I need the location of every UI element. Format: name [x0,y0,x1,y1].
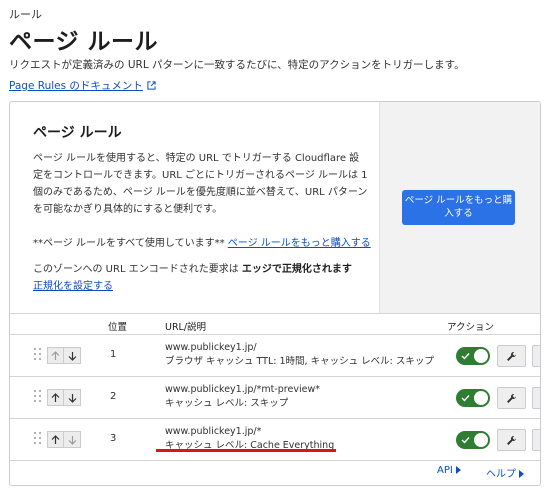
page-title: ページ ルール [9,29,159,55]
api-link-label: API [437,465,453,476]
normalization-text: このゾーンへの URL エンコードされた要求は [33,264,239,275]
move-up-button[interactable] [47,347,64,364]
table-row: 1 www.publickey1.jp/ ブラウザ キャッシュ TTL: 1時間… [10,335,540,377]
check-icon [461,353,470,360]
promo-title: ページ ルール [33,125,122,141]
table-header: 位置 URL/説明 アクション [10,313,540,335]
header-url: URL/説明 [165,322,207,333]
rule-detail: キャッシュ レベル: スキップ [165,398,289,409]
drag-handle-icon[interactable] [34,348,42,362]
buy-more-link[interactable]: ページ ルールをもっと購入する [228,238,371,249]
wrench-icon [507,393,516,403]
configure-normalization-link[interactable]: 正規化を設定する [33,281,113,292]
rule-url-cell: www.publickey1.jp/ ブラウザ キャッシュ TTL: 1時間, … [165,341,434,369]
page-rules-card: ページ ルール ページ ルールを使用すると、特定の URL でトリガーする Cl… [9,101,541,486]
check-icon [461,395,470,402]
rule-url: www.publickey1.jp/ [165,342,257,353]
table-footer: API ヘルプ [10,460,540,485]
usage-notice-text: **ページ ルールをすべて使用しています** [33,238,225,249]
promo-text: ページ ルール ページ ルールを使用すると、特定の URL でトリガーする Cl… [10,102,379,313]
wrench-icon [507,435,516,445]
delete-rule-button[interactable] [532,387,540,409]
edit-rule-button[interactable] [497,345,526,367]
edit-rule-button[interactable] [497,429,526,451]
help-link-label: ヘルプ [486,469,516,480]
reorder-buttons [47,389,81,406]
usage-notice: **ページ ルールをすべて使用しています** ページ ルールをもっと購入する [33,234,379,249]
arrow-down-icon [68,351,76,361]
wrench-icon [507,351,516,361]
rule-enabled-toggle[interactable] [456,431,490,449]
arrow-up-icon [51,350,60,360]
rule-position: 1 [110,349,117,360]
rule-position: 2 [110,391,117,402]
rule-enabled-toggle[interactable] [456,389,490,407]
header-position: 位置 [108,322,128,333]
rule-enabled-toggle[interactable] [456,347,490,365]
external-link-icon [147,81,156,90]
reorder-buttons [47,431,81,448]
promo-body: ページ ルールを使用すると、特定の URL でトリガーする Cloudflare… [33,153,368,215]
normalization-bold: エッジで正規化されます [241,264,352,275]
delete-rule-button[interactable] [532,345,540,367]
drag-handle-icon[interactable] [34,390,42,404]
edit-rule-button[interactable] [497,387,526,409]
arrow-down-icon [68,393,76,403]
rule-url: www.publickey1.jp/* [165,426,262,437]
highlight-underline [156,449,336,452]
rule-url: www.publickey1.jp/*mt-preview* [165,384,320,395]
move-down-button[interactable] [64,431,81,448]
check-icon [461,437,470,444]
documentation-link-label: Page Rules のドキュメント [9,80,143,92]
table-row: 3 www.publickey1.jp/* キャッシュ レベル: Cache E… [10,419,540,461]
arrow-down-icon [68,435,76,445]
promo-side-panel: ページ ルールをもっと購入する [379,102,540,313]
promo-section: ページ ルール ページ ルールを使用すると、特定の URL でトリガーする Cl… [10,102,540,313]
buy-more-page-rules-button[interactable]: ページ ルールをもっと購入する [402,190,515,225]
move-down-button[interactable] [64,389,81,406]
normalization-notice: このゾーンへの URL エンコードされた要求は エッジで正規化されます 正規化を… [33,261,379,295]
rule-detail: ブラウザ キャッシュ TTL: 1時間, キャッシュ レベル: スキップ [165,356,434,367]
drag-handle-icon[interactable] [34,432,42,446]
rule-position: 3 [110,433,117,444]
page-description: リクエストが定義済みの URL パターンに一致するたびに、特定のアクションをトリ… [9,59,465,71]
rule-url-cell: www.publickey1.jp/*mt-preview* キャッシュ レベル… [165,383,320,411]
move-up-button[interactable] [47,431,64,448]
header-action: アクション [447,322,495,333]
documentation-link[interactable]: Page Rules のドキュメント [9,78,156,93]
triangle-right-icon [519,470,524,478]
table-row: 2 www.publickey1.jp/*mt-preview* キャッシュ レ… [10,377,540,419]
arrow-up-icon [51,434,60,444]
arrow-up-icon [51,392,60,402]
triangle-right-icon [455,466,461,474]
help-link[interactable]: ヘルプ [486,465,524,480]
move-up-button[interactable] [47,389,64,406]
move-down-button[interactable] [64,347,81,364]
breadcrumb: ルール [9,8,42,21]
api-link[interactable]: API [437,465,461,476]
delete-rule-button[interactable] [532,429,540,451]
reorder-buttons [47,347,81,364]
